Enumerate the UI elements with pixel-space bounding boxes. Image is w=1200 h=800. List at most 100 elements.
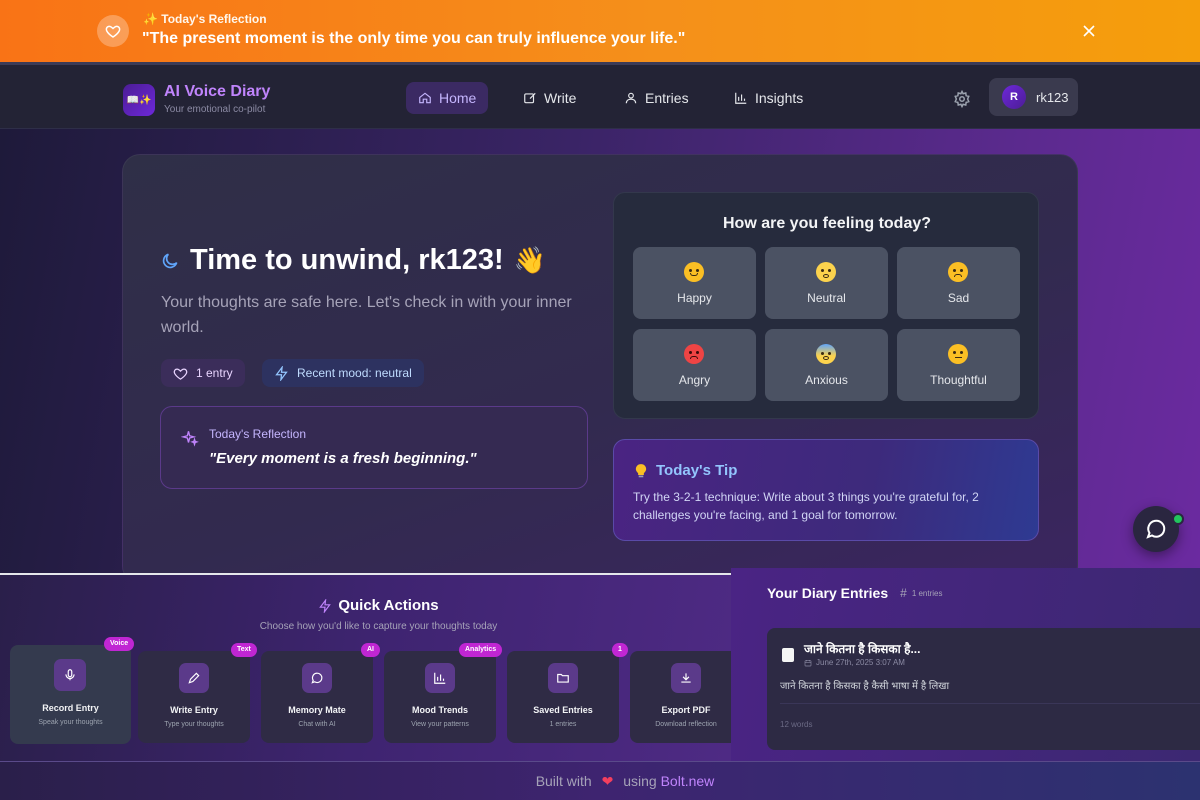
entry-body: जाने कितना है किसका है कैसी भाषा में है … — [780, 681, 950, 692]
footer-text: Built with ❤ using Bolt.new — [0, 773, 1200, 790]
entry-count-badge: 1 entry — [161, 359, 245, 387]
saved-entries-card[interactable]: 1 Saved Entries 1 entries — [507, 643, 628, 743]
nav-entries[interactable]: Entries — [612, 82, 701, 114]
greeting-title: Time to unwind, rk123! 👋 — [160, 244, 546, 277]
record-entry-name: Record Entry — [42, 703, 99, 713]
mood-happy-button[interactable]: Happy — [633, 247, 756, 319]
nav-insights[interactable]: Insights — [722, 82, 815, 114]
export-pdf-desc: Download reflection — [655, 721, 717, 728]
download-icon — [671, 663, 701, 693]
text-badge: Text — [231, 643, 257, 657]
entry-date-text: June 27th, 2025 3:07 AM — [816, 658, 905, 667]
wave-emoji: 👋 — [513, 245, 547, 275]
banner-label: ✨ Today's Reflection — [143, 12, 267, 26]
mood-angry-label: Angry — [678, 373, 711, 387]
record-entry-desc: Speak your thoughts — [38, 719, 103, 726]
heart-icon — [97, 15, 129, 47]
footer-prefix: Built with — [535, 773, 592, 789]
close-icon[interactable] — [1080, 22, 1098, 40]
entry-word-count: 12 words — [780, 720, 813, 729]
memory-mate-name: Memory Mate — [288, 705, 346, 715]
record-entry-card[interactable]: Voice Record Entry Speak your thoughts — [10, 637, 135, 744]
lightning-icon — [275, 365, 288, 381]
heart-icon: ❤ — [601, 773, 614, 789]
tip-text: Try the 3-2-1 technique: Write about 3 t… — [633, 490, 979, 522]
quick-actions-title-text: Quick Actions — [338, 597, 439, 614]
chat-button[interactable] — [1133, 506, 1179, 552]
memory-mate-card[interactable]: AI Memory Mate Chat with AI — [261, 643, 380, 743]
pen-icon — [179, 663, 209, 693]
microphone-icon — [54, 659, 86, 691]
mood-neutral-button[interactable]: Neutral — [765, 247, 888, 319]
mood-title: How are you feeling today? — [722, 215, 932, 232]
diary-entry-card[interactable]: जाने कितना है किसका है... June 27th, 202… — [767, 628, 1200, 750]
bolt-link[interactable]: Bolt.new — [661, 773, 715, 789]
gear-icon[interactable] — [953, 89, 971, 109]
document-icon — [782, 648, 794, 662]
sparkles-icon — [181, 431, 199, 447]
nav-insights-label: Insights — [755, 90, 804, 106]
banner-quote: "The present moment is the only time you… — [142, 30, 686, 47]
quick-actions-panel: Quick Actions Choose how you'd like to c… — [0, 573, 742, 761]
chart-icon — [735, 92, 747, 104]
entry-divider — [780, 703, 1200, 704]
angry-emoji-icon — [684, 344, 704, 364]
entry-count-text: 1 entry — [196, 366, 233, 380]
saved-entries-desc: 1 entries — [549, 721, 577, 728]
nav-home-label: Home — [439, 90, 477, 106]
saved-count-badge: 1 — [612, 643, 628, 657]
home-icon — [419, 92, 431, 104]
entries-count: # 1 entries — [900, 586, 942, 600]
greeting-subtitle: Your thoughts are safe here. Let's check… — [161, 294, 572, 336]
diary-entries-panel: Your Diary Entries # 1 entries जाने कितन… — [731, 568, 1200, 761]
username: rk123 — [1036, 89, 1069, 105]
footer: Built with ❤ using Bolt.new — [0, 761, 1200, 800]
footer-middle: using — [623, 773, 657, 789]
export-pdf-card[interactable]: Export PDF Download reflection — [630, 651, 742, 743]
mood-picker: How are you feeling today? Happy Neutral… — [613, 192, 1039, 419]
write-entry-desc: Type your thoughts — [164, 721, 224, 728]
reflection-text: "Every moment is a fresh beginning." — [209, 450, 477, 467]
mood-angry-button[interactable]: Angry — [633, 329, 756, 401]
app-logo: 📖✨ — [123, 84, 155, 116]
mood-trends-name: Mood Trends — [412, 705, 468, 715]
heart-icon — [173, 367, 188, 380]
mood-trends-desc: View your patterns — [411, 721, 469, 728]
entry-title: जाने कितना है किसका है... — [804, 642, 921, 656]
calendar-icon — [804, 659, 812, 666]
entries-title-text: Your Diary Entries — [767, 585, 889, 601]
chat-bubble-icon — [1146, 519, 1166, 539]
nav-write[interactable]: Write — [511, 82, 588, 114]
greeting-text: Time to unwind, rk123! — [190, 244, 504, 276]
mood-sad-button[interactable]: Sad — [897, 247, 1020, 319]
nav-home[interactable]: Home — [406, 82, 489, 114]
app-title: AI Voice Diary — [164, 83, 271, 100]
mood-thoughtful-button[interactable]: Thoughtful — [897, 329, 1020, 401]
avatar: R — [1002, 85, 1026, 109]
mood-anxious-label: Anxious — [805, 373, 848, 387]
mood-anxious-button[interactable]: Anxious — [765, 329, 888, 401]
edit-icon — [524, 92, 536, 104]
anxious-emoji-icon — [816, 344, 836, 364]
user-menu-button[interactable]: R rk123 — [989, 78, 1078, 116]
recent-mood-badge: Recent mood: neutral — [262, 359, 424, 387]
mood-neutral-label: Neutral — [807, 291, 846, 305]
memory-mate-desc: Chat with AI — [298, 721, 336, 728]
nav-entries-label: Entries — [645, 90, 689, 106]
tip-title: Today's Tip — [634, 462, 737, 479]
online-status-dot — [1172, 513, 1184, 525]
write-entry-card[interactable]: Text Write Entry Type your thoughts — [138, 643, 257, 743]
lightning-icon — [319, 598, 332, 613]
analytics-badge: Analytics — [459, 643, 503, 657]
thoughtful-emoji-icon — [948, 344, 968, 364]
tip-title-text: Today's Tip — [656, 462, 738, 479]
write-entry-name: Write Entry — [170, 705, 218, 715]
lightbulb-icon — [635, 463, 647, 477]
mood-happy-label: Happy — [677, 291, 712, 305]
top-navigation: 📖✨ AI Voice Diary Your emotional co-pilo… — [0, 62, 1200, 129]
app-subtitle: Your emotional co-pilot — [164, 104, 266, 115]
voice-badge: Voice — [104, 637, 135, 651]
mood-trends-card[interactable]: Analytics Mood Trends View your patterns — [384, 643, 503, 743]
saved-entries-name: Saved Entries — [533, 705, 593, 715]
ai-badge: AI — [361, 643, 380, 657]
